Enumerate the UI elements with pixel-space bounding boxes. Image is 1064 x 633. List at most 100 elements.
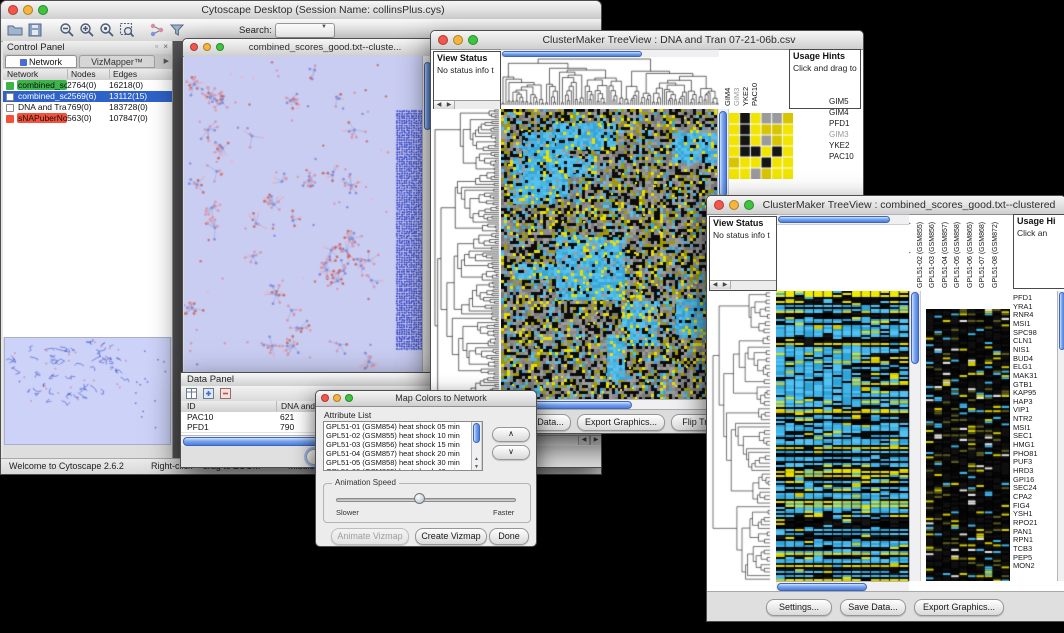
zoom-button[interactable] (744, 200, 754, 210)
minimize-button[interactable] (729, 200, 739, 210)
gene-label[interactable]: PAC10 (829, 152, 854, 161)
scroll-right-icon[interactable]: ▶ (590, 436, 601, 445)
gene-label[interactable]: MON2 (1013, 561, 1035, 570)
gene-label[interactable]: FIG4 (1013, 501, 1030, 510)
scroll-down-icon[interactable]: ▼ (472, 464, 481, 470)
animate-vizmap-button[interactable]: Animate Vizmap (331, 528, 409, 545)
gene-label[interactable]: PEP5 (1013, 553, 1032, 562)
dialog-titlebar[interactable]: Map Colors to Network (316, 391, 536, 407)
scrollbar-thumb[interactable] (473, 423, 480, 443)
gene-label[interactable]: PFD1 (1013, 293, 1032, 302)
tab-vizmapper[interactable]: VizMapper™ (79, 55, 155, 68)
attribute-delete-icon[interactable] (220, 388, 231, 399)
search-dropdown-arrow-icon[interactable]: ▼ (321, 24, 327, 30)
close-button[interactable] (714, 200, 724, 210)
tab-network[interactable]: Network (5, 55, 77, 68)
attribute-list-item[interactable]: GPL51-03 (GSM856) heat shock 15 min (324, 440, 473, 449)
gene-label[interactable]: CPA2 (1013, 492, 1032, 501)
zoom-fit-icon[interactable] (119, 22, 135, 38)
tab-overflow-icon[interactable]: ▶ (164, 57, 169, 65)
attribute-listbox[interactable]: GPL51-01 (GSM854) heat shock 05 minGPL51… (323, 421, 483, 471)
gene-label[interactable]: SPC98 (1013, 328, 1037, 337)
attribute-select-icon[interactable] (186, 388, 197, 399)
zoom-button[interactable] (216, 43, 224, 51)
network-list-item[interactable]: combined_sco2569(6)13112(15) (3, 91, 172, 102)
move-attribute-down-button[interactable]: ∨ (492, 445, 530, 460)
expression-heatmap[interactable] (501, 109, 717, 399)
zoom-out-icon[interactable] (59, 22, 75, 38)
secondary-heatmap[interactable] (926, 309, 1010, 581)
gene-label[interactable]: GIM3 (829, 130, 849, 139)
gene-label[interactable]: ELG1 (1013, 362, 1032, 371)
treeview2-titlebar[interactable]: ClusterMaker TreeView : combined_scores_… (707, 196, 1064, 215)
row-dendrogram[interactable] (433, 109, 501, 399)
zoom-button[interactable] (38, 5, 48, 15)
scrollbar-thumb[interactable] (777, 583, 867, 591)
scroll-right-icon[interactable]: ▶ (720, 281, 731, 289)
attribute-add-icon[interactable] (203, 388, 214, 399)
scroll-right-icon[interactable]: ▶ (444, 101, 455, 109)
gene-label[interactable]: MSI1 (1013, 423, 1031, 432)
network-list-item[interactable]: combined_scores2764(0)16218(0) (3, 80, 172, 91)
gene-label[interactable]: PHO81 (1013, 449, 1038, 458)
zoom-selected-icon[interactable] (99, 22, 115, 38)
gene-label[interactable]: GIM4 (829, 108, 849, 117)
gene-label[interactable]: RPO21 (1013, 518, 1038, 527)
export-graphics-button[interactable]: Export Graphics... (577, 414, 665, 431)
gene-label[interactable]: YSH1 (1013, 509, 1033, 518)
gene-label[interactable]: YRA1 (1013, 302, 1033, 311)
view-status-scrollbar[interactable]: ◀ ▶ (710, 280, 776, 290)
gene-list-vscrollbar[interactable] (1057, 291, 1064, 581)
scrollbar-thumb[interactable] (778, 216, 890, 223)
correlation-matrix[interactable] (729, 113, 793, 179)
gene-label[interactable]: YKE2 (829, 141, 849, 150)
open-session-icon[interactable] (7, 22, 23, 38)
gene-label[interactable]: CLN1 (1013, 336, 1032, 345)
create-vizmap-button[interactable]: Create Vizmap (415, 528, 487, 545)
row-dendrogram[interactable] (711, 291, 772, 581)
column-dendrogram[interactable] (501, 57, 719, 107)
scrollbar-thumb[interactable] (911, 292, 919, 364)
settings-button[interactable]: Settings... (766, 599, 832, 616)
done-button[interactable]: Done (489, 528, 529, 545)
gene-label[interactable]: GTB1 (1013, 380, 1033, 389)
attribute-list-item[interactable]: GPL51-06 (GSM865) heat shock 40 min (324, 467, 473, 471)
close-button[interactable] (438, 35, 448, 45)
gene-label[interactable]: SEC24 (1013, 483, 1037, 492)
main-titlebar[interactable]: Cytoscape Desktop (Session Name: collins… (1, 1, 601, 20)
gene-label[interactable]: HRD3 (1013, 466, 1033, 475)
gene-label[interactable]: MSI1 (1013, 319, 1031, 328)
network-view-titlebar[interactable]: combined_scores_good.txt--cluste... (183, 39, 433, 57)
expression-heatmap[interactable] (776, 291, 909, 581)
gene-label[interactable]: HMG1 (1013, 440, 1035, 449)
gene-label[interactable]: VIP1 (1013, 405, 1029, 414)
list-vscrollbar[interactable]: ▲ ▼ (471, 422, 482, 470)
move-attribute-up-button[interactable]: ∧ (492, 427, 530, 442)
attribute-list-item[interactable]: GPL51-05 (GSM858) heat shock 30 min (324, 458, 473, 467)
gene-label[interactable]: SEC1 (1013, 431, 1033, 440)
attribute-list-item[interactable]: GPL51-02 (GSM855) heat shock 10 min (324, 431, 473, 440)
gene-label[interactable]: KAP95 (1013, 388, 1036, 397)
tree-hscrollbar-top[interactable] (777, 214, 909, 225)
zoom-button[interactable] (468, 35, 478, 45)
attribute-list-item[interactable]: GPL51-01 (GSM854) heat shock 05 min (324, 422, 473, 431)
gene-label[interactable]: GPI16 (1013, 475, 1034, 484)
save-session-icon[interactable] (27, 22, 43, 38)
treeview1-titlebar[interactable]: ClusterMaker TreeView : DNA and Tran 07-… (431, 31, 863, 50)
minimize-button[interactable] (453, 35, 463, 45)
gene-label[interactable]: NTR2 (1013, 414, 1033, 423)
minimize-button[interactable] (203, 43, 211, 51)
close-button[interactable] (321, 394, 329, 402)
save-data-button[interactable]: Save Data... (840, 599, 906, 616)
scroll-up-icon[interactable]: ▲ (472, 456, 481, 462)
gene-label[interactable]: PFD1 (829, 119, 849, 128)
network-list-item[interactable]: sNAPuberNov2563(0)107847(0) (3, 113, 172, 124)
minimize-button[interactable] (23, 5, 33, 15)
close-panel-icon[interactable]: × (163, 42, 168, 51)
network-view-canvas[interactable] (184, 56, 424, 372)
network-list-item[interactable]: DNA and Tran 07769(0)183728(0) (3, 102, 172, 113)
gene-label[interactable]: RPN1 (1013, 535, 1033, 544)
filter-icon[interactable] (169, 22, 185, 38)
attribute-list-item[interactable]: GPL51-04 (GSM857) heat shock 20 min (324, 449, 473, 458)
gene-label[interactable]: NIS1 (1013, 345, 1030, 354)
